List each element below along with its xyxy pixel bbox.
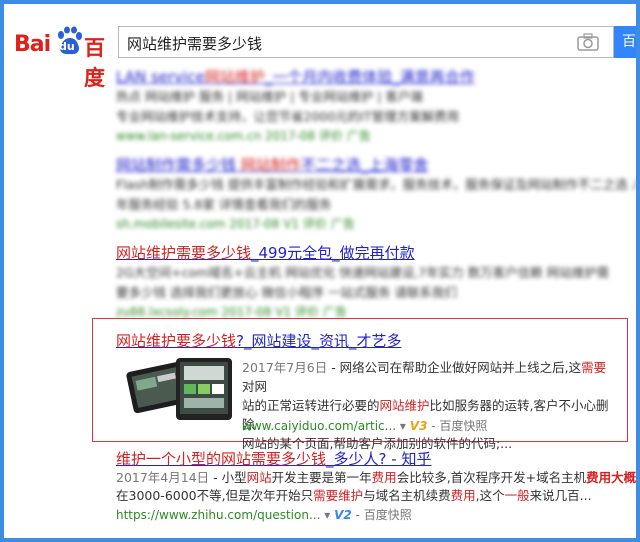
result-title[interactable]: 维护一个小型的网站需要多少钱_多少人? - 知乎: [116, 448, 431, 469]
result-url[interactable]: sh.mobilesite.com 2017-08 V1 评价 广告: [116, 215, 636, 232]
result-abstract: 在3000-6000不等,但是次年开始只需要维护与域名主机续费费用,这个一般来说…: [116, 488, 592, 503]
search-result: 网站维护需要多少钱_499元全包_做完再付款 2G大空间+com域名+云主机 网…: [116, 242, 609, 320]
separator: -: [431, 419, 436, 433]
result-abstract: 热点 网站维护 服务 | 网站维护 | 专业网站维护 | 客户端: [116, 89, 423, 104]
logo-bai-text: Bai: [14, 32, 51, 57]
search-result: LAN service网站维护_一个月内收费体验_满意再合作 热点 网站维护 服…: [116, 66, 475, 144]
result-abstract: 2017年7月6日 - 网络公司在帮助企业做好网站并上线之后,这需要对网 站的正…: [242, 360, 609, 451]
search-button[interactable]: 百: [614, 26, 636, 58]
result-url-line: https://www.zhihu.com/question... ▾ V2 -…: [116, 506, 412, 523]
result-title[interactable]: 网站维护要多少钱?_网站建设_资讯_才艺多: [116, 330, 401, 351]
result-abstract: 要多少钱 选择我们更放心 微信小程序 一站式服务 请联系我们: [116, 285, 457, 300]
result-title[interactable]: 网站维护需要多少钱_499元全包_做完再付款: [116, 242, 609, 263]
result-abstract: 2G大空间+com域名+云主机 网站优化 快速网站建设,7年实力 数万客户信赖 …: [116, 265, 610, 280]
result-url[interactable]: https://www.zhihu.com/question...: [116, 508, 320, 522]
result-url[interactable]: www.lan-service.com.cn 2017-08 评价 广告: [116, 127, 475, 144]
search-result: 网站制作需多少钱 网站制作不二之选_上海零舍 Flash制作需多少钱 提供丰富制…: [116, 154, 636, 232]
result-abstract: 年服务经验 5.8家 详情查看我们的服务: [116, 197, 332, 212]
search-input[interactable]: 网站维护需要多少钱: [118, 26, 614, 58]
result-abstract: 专业网站维护技术支持，让您节省2000元的IT管理方案解费用: [116, 109, 460, 124]
logo-baidu-cn: 百度: [84, 36, 105, 90]
browser-frame: Bai du 百度 网站维护需要多少钱 百 LAN service网站维护_一个…: [4, 4, 636, 538]
search-query: 网站维护需要多少钱: [127, 35, 263, 53]
search-header: Bai du 百度 网站维护需要多少钱 百: [4, 4, 636, 90]
result-title[interactable]: LAN service网站维护_一个月内收费体验_满意再合作: [116, 66, 475, 87]
logo-du-text: du: [59, 40, 75, 53]
result-abstract: 2017年4月14日 - 小型网站开发主要是第一年费用会比较多,首次程序开发+域…: [116, 470, 636, 485]
snapshot-link[interactable]: 百度快照: [439, 419, 487, 433]
camera-icon[interactable]: [577, 33, 599, 51]
snapshot-link[interactable]: 百度快照: [364, 508, 412, 522]
trust-badge[interactable]: V3: [410, 419, 428, 433]
chevron-down-icon[interactable]: ▾: [324, 508, 330, 522]
result-title[interactable]: 网站制作需多少钱 网站制作不二之选_上海零舍: [116, 154, 636, 175]
trust-badge[interactable]: V2: [334, 508, 352, 522]
baidu-logo[interactable]: Bai du 百度: [14, 26, 118, 90]
result-url[interactable]: www.caiyiduo.com/artic...: [242, 419, 396, 433]
tablet-thumbnail[interactable]: [124, 356, 236, 424]
chevron-down-icon[interactable]: ▾: [400, 419, 406, 433]
result-url-line: www.caiyiduo.com/artic... ▾ V3 - 百度快照: [242, 417, 487, 434]
search-result: 维护一个小型的网站需要多少钱_多少人? - 知乎: [116, 448, 431, 469]
result-abstract: Flash制作需多少钱 提供丰富制作经验和扩展需求，服务技术，服务保证及网站制作…: [116, 177, 636, 192]
separator: -: [355, 508, 360, 522]
highlighted-result-title: 网站维护要多少钱?_网站建设_资讯_才艺多: [116, 330, 401, 351]
